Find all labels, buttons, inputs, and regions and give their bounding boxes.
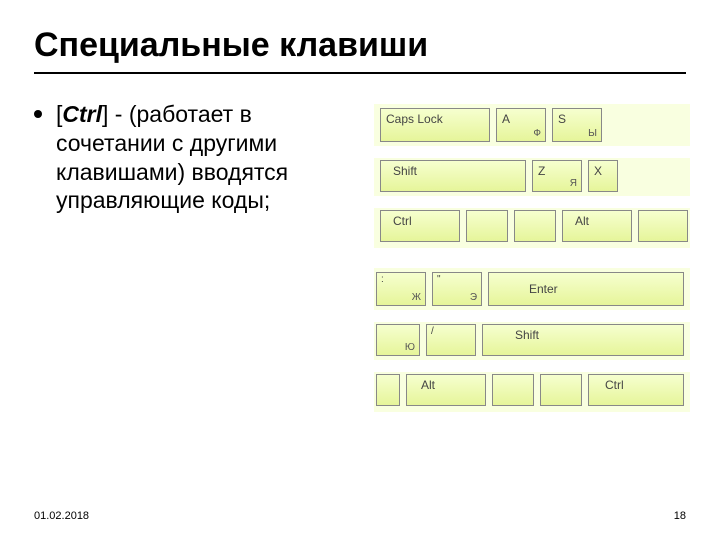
key-blank [514,210,556,242]
key-enter: Enter [488,272,684,306]
key-alt-right: Alt [406,374,486,406]
key-shift-right: Shift [482,324,684,356]
key-blank [466,210,508,242]
key-ctrl-right: Ctrl [588,374,684,406]
key-blank [492,374,534,406]
footer-page-number: 18 [674,510,686,522]
key-ctrl-left: Ctrl [380,210,460,242]
key-semicolon: :Ж [376,272,426,306]
key-s: SЫ [552,108,602,142]
keyboard-fragment-right: :Ж "Э Enter Ю / Shift Alt Ctrl [374,268,690,412]
key-slash: / [426,324,476,356]
key-x: X [588,160,618,192]
footer-date: 01.02.2018 [34,510,89,522]
key-z: ZЯ [532,160,582,192]
title-underline [34,72,686,74]
bullet-dot-icon [34,110,42,118]
key-blank [540,374,582,406]
key-space-edge [376,374,400,406]
key-quote: "Э [432,272,482,306]
slide-title: Специальные клавиши [34,26,428,65]
key-period: Ю [376,324,420,356]
keyboard-fragment-left: Caps Lock AФ SЫ Shift ZЯ X Ctrl Alt [374,104,690,248]
key-space-edge [638,210,688,242]
bullet-text: [Ctrl] - (работает в сочетании с другими… [56,100,354,215]
key-alt-left: Alt [562,210,632,242]
key-shift-left: Shift [380,160,526,192]
key-a: AФ [496,108,546,142]
key-caps-lock: Caps Lock [380,108,490,142]
bullet-item: [Ctrl] - (работает в сочетании с другими… [34,100,354,215]
